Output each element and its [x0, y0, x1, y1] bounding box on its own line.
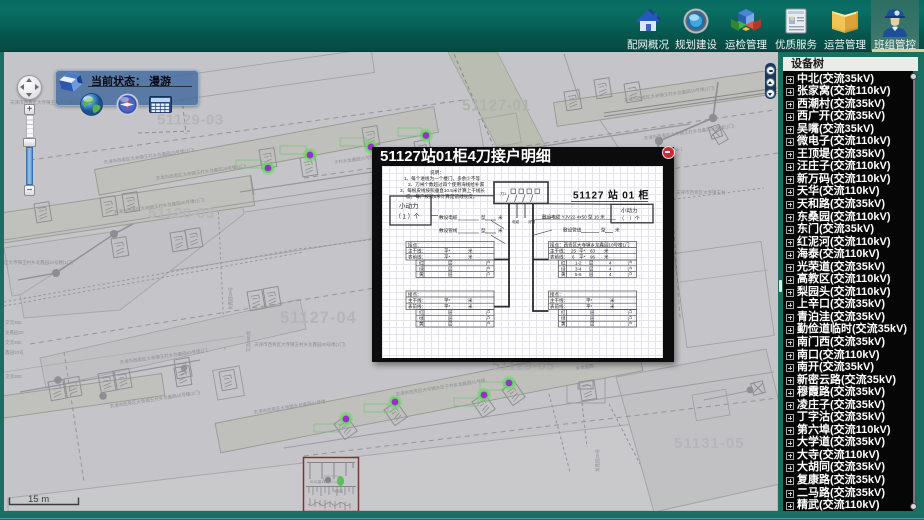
svg-text:4: 4: [609, 272, 612, 277]
svg-text:米: 米: [468, 248, 473, 255]
svg-text:鑫园20号: 鑫园20号: [5, 349, 24, 356]
svg-text:电缆: 电缆: [512, 219, 520, 224]
svg-text:敷设电缆: 敷设电缆: [439, 214, 458, 221]
svg-text:接点：: 接点：: [550, 291, 564, 298]
svg-text:红: 红: [419, 260, 424, 266]
svg-text:绿: 绿: [561, 266, 566, 272]
svg-text:敷设管线: 敷设管线: [439, 227, 458, 234]
svg-text:63: 63: [590, 249, 596, 254]
svg-text:主干线：: 主干线：: [408, 297, 426, 304]
svg-text:小动力: 小动力: [621, 207, 638, 215]
svg-text:（ ）个: （ ）个: [619, 215, 641, 222]
svg-text:红: 红: [419, 309, 424, 315]
svg-text:红: 红: [561, 260, 566, 266]
svg-text:1、每个进线为一个楼门，多余少不等: 1、每个进线为一个楼门，多余少不等: [404, 175, 480, 182]
svg-text:96: 96: [590, 255, 596, 260]
svg-text:户: 户: [628, 309, 633, 316]
svg-text:51129-03: 51129-03: [157, 112, 224, 129]
svg-text:户: 户: [628, 321, 633, 328]
svg-text:区大寺镇王村乡龙鑫园20号楼(1门): 区大寺镇王村乡龙鑫园20号楼(1门): [4, 259, 74, 266]
svg-text:黄: 黄: [419, 271, 424, 278]
svg-text:1-2: 1-2: [575, 261, 582, 266]
svg-text:层: 层: [448, 272, 453, 278]
svg-text:天津市西青区大寺镇王村: 天津市西青区大寺镇王村: [676, 189, 726, 196]
svg-text:层: 层: [590, 322, 595, 328]
svg-text:表前线：: 表前线：: [408, 303, 426, 310]
svg-text:主干线：: 主干线：: [408, 248, 426, 255]
svg-text:龙鑫园: 龙鑫园: [334, 488, 343, 493]
svg-text:天津市西青区大寺镇王村乡龙鑫园40号楼(1门): 天津市西青区大寺镇王村乡龙鑫园40号楼(1门): [254, 341, 346, 348]
svg-text:绿: 绿: [561, 315, 566, 321]
svg-text:龙鑫园20: 龙鑫园20: [5, 329, 24, 336]
svg-text:（ 1 ）个: （ 1 ）个: [395, 214, 420, 221]
svg-text:黄: 黄: [419, 321, 424, 328]
svg-text:表前线：: 表前线：: [408, 254, 426, 261]
svg-text:黄: 黄: [561, 271, 566, 278]
svg-text:红: 红: [561, 309, 566, 315]
svg-text:接点：: 接点：: [408, 242, 422, 249]
svg-text:龙鑫园20号: 龙鑫园20号: [594, 448, 601, 472]
svg-text:米: 米: [468, 254, 473, 261]
svg-text:主干线：: 主干线：: [550, 297, 568, 304]
svg-text:层: 层: [448, 322, 453, 328]
svg-text:层: 层: [589, 272, 594, 278]
svg-text:51127 站 01 柜: 51127 站 01 柜: [573, 189, 649, 202]
svg-text:米: 米: [604, 254, 609, 261]
svg-text:户: 户: [486, 271, 491, 278]
svg-text:刀1: 刀1: [500, 191, 507, 196]
svg-text:51127-01: 51127-01: [462, 98, 531, 115]
svg-text:型: 型: [481, 214, 486, 220]
svg-text:户: 户: [486, 309, 491, 316]
svg-text:3、每根皮线按照垂直10.5米计算上干线长: 3、每根皮线按照垂直10.5米计算上干线长: [400, 187, 485, 194]
svg-text:15 m: 15 m: [28, 494, 49, 505]
svg-text:表前线：: 表前线：: [550, 303, 568, 310]
svg-text:3-4: 3-4: [575, 267, 582, 272]
svg-text:51127-04: 51127-04: [280, 309, 357, 327]
svg-text:交流380龙: 交流380龙: [245, 330, 252, 352]
svg-text:2、刀闸个数超过四个使用海线给补漏: 2、刀闸个数超过四个使用海线给补漏: [408, 181, 484, 188]
svg-text:5-6: 5-6: [575, 272, 582, 277]
svg-text:交流380: 交流380: [5, 373, 22, 380]
svg-text:米: 米: [468, 297, 473, 304]
svg-text:米: 米: [610, 303, 615, 310]
svg-text:米: 米: [498, 227, 503, 234]
svg-text:51131-05: 51131-05: [674, 435, 745, 452]
svg-text:交流380: 交流380: [5, 319, 22, 326]
svg-text:米: 米: [604, 248, 609, 255]
svg-text:户: 户: [486, 260, 491, 267]
svg-text:接点：: 接点：: [408, 291, 422, 298]
svg-text:黄: 黄: [561, 321, 566, 328]
svg-text:型: 型: [601, 227, 606, 233]
svg-text:3131接131: 3131接131: [310, 479, 327, 484]
svg-text:小动力: 小动力: [399, 201, 419, 210]
svg-text:25: 25: [571, 249, 577, 254]
svg-text:交流380: 交流380: [5, 339, 22, 346]
svg-text:4: 4: [609, 261, 612, 266]
svg-text:绿: 绿: [419, 266, 424, 272]
svg-text:龙鑫园20号: 龙鑫园20号: [227, 286, 234, 310]
svg-text:米: 米: [610, 297, 615, 304]
svg-text:户: 户: [628, 271, 633, 278]
svg-text:型: 型: [481, 227, 486, 233]
svg-text:米: 米: [468, 303, 473, 310]
svg-text:户: 户: [628, 260, 633, 267]
svg-text:绿: 绿: [419, 315, 424, 321]
svg-text:米: 米: [615, 227, 620, 234]
svg-text:米: 米: [498, 214, 503, 221]
svg-text:4: 4: [609, 267, 612, 272]
svg-text:说明：: 说明：: [430, 169, 444, 176]
svg-text:6: 6: [572, 255, 575, 260]
svg-text:主干线：: 主干线：: [550, 248, 568, 255]
svg-text:敷设管线: 敷设管线: [563, 227, 582, 234]
svg-text:接点：西青区大寺镇乡龙鑫园10号楼1门: 接点：西青区大寺镇乡龙鑫园10号楼1门: [550, 242, 630, 249]
svg-text:户: 户: [486, 321, 491, 328]
svg-text:表前线：: 表前线：: [550, 254, 568, 261]
